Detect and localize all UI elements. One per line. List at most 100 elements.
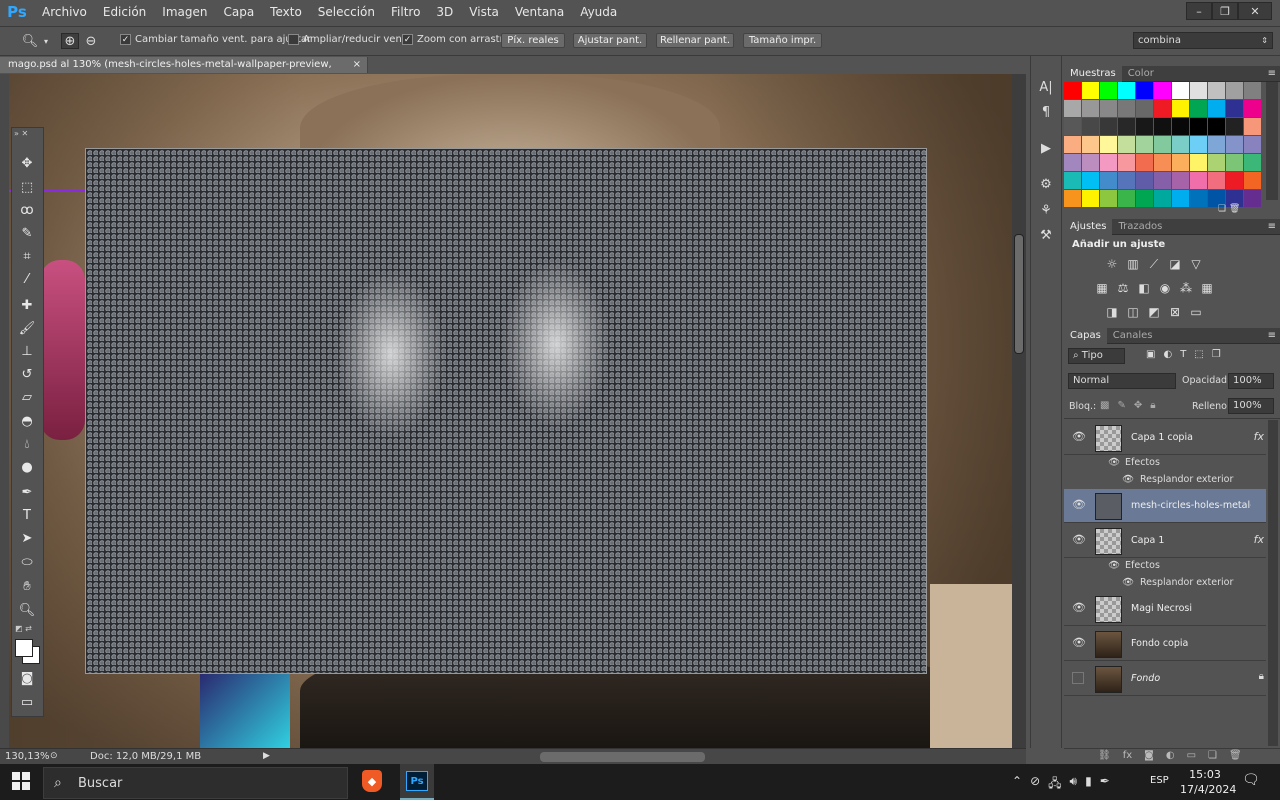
smart-object-filter-icon[interactable]: ❐ [1212,349,1221,360]
color-swatch[interactable] [1136,82,1153,99]
document-tab[interactable]: mago.psd al 130% (mesh-circles-holes-met… [0,57,368,86]
color-swatch[interactable] [1064,154,1081,171]
color-swatch[interactable] [1100,154,1117,171]
notification-icon[interactable]: 🗨︎ [1242,772,1260,788]
selective-color-icon[interactable]: ⊠ [1167,304,1183,320]
lock-position-icon[interactable]: ✥ [1134,400,1142,411]
zoom-in-icon[interactable]: ⊕ [61,33,79,49]
paint-bucket-tool-icon[interactable]: ◓ [15,411,39,431]
brush-panel-icon[interactable]: ⚘ [1036,200,1056,220]
properties-panel-icon[interactable]: ⚙ [1036,174,1056,194]
color-swatch[interactable] [1100,100,1117,117]
pen-tool-icon[interactable]: ✒ [15,482,39,502]
color-swatch[interactable] [1118,154,1135,171]
color-swatch[interactable] [1118,172,1135,189]
panel-menu-icon[interactable]: ≡ [1268,68,1280,79]
pen-icon[interactable]: ✒ [1100,774,1110,795]
shape-tool-icon[interactable]: ⬭ [15,552,39,572]
eye-icon[interactable]: 👁︎ [1122,474,1134,485]
eye-icon[interactable]: 👁︎ [1072,431,1086,443]
fx-icon[interactable]: fx [1123,750,1132,761]
color-swatch[interactable] [1244,118,1261,135]
color-swatch[interactable] [1118,136,1135,153]
brightness-icon[interactable]: ☼ [1104,256,1120,272]
color-swatch[interactable] [1172,82,1189,99]
eyedropper-tool-icon[interactable]: ⁄ [15,269,39,289]
paragraph-panel-icon[interactable]: ¶ [1036,102,1056,122]
color-swatch[interactable] [1154,118,1171,135]
tab-color[interactable]: Color [1122,66,1160,82]
menu-3d[interactable]: 3D [428,0,461,24]
color-swatch[interactable] [1226,118,1243,135]
color-swatch[interactable] [1118,100,1135,117]
character-panel-icon[interactable]: A| [1036,77,1056,97]
color-swatch[interactable] [1208,136,1225,153]
color-swatch[interactable] [1064,100,1081,117]
zoom-all-windows-checkbox[interactable]: Ampliar/reducir vent. [288,34,409,45]
color-swatch[interactable] [1226,136,1243,153]
color-swatch[interactable] [1190,100,1207,117]
effect-row[interactable]: 👁︎ Resplandor exterior [1064,472,1266,489]
color-swatch[interactable] [1154,100,1171,117]
color-swatch[interactable] [1100,118,1117,135]
taskbar-search[interactable]: ⌕ Buscar [43,767,348,799]
color-swatch[interactable] [1082,136,1099,153]
color-swatch[interactable] [1154,172,1171,189]
color-swatch[interactable] [1172,100,1189,117]
quick-mask-icon[interactable]: ◙ [15,668,39,688]
gradient-map-icon[interactable]: ▭ [1188,304,1204,320]
fit-screen-button[interactable]: Ajustar pant. [573,33,647,48]
color-swatch[interactable] [1100,136,1117,153]
brave-browser-icon[interactable]: ◆ [362,770,382,792]
clone-stamp-tool-icon[interactable]: ⊥ [15,341,39,361]
trash-icon[interactable]: 🗑︎ [1229,750,1242,761]
dodge-tool-icon[interactable]: ● [15,457,39,477]
color-swatch[interactable] [1082,100,1099,117]
layer-row[interactable]: 👁︎ Capa 1 fx [1064,524,1266,558]
tab-trazados[interactable]: Trazados [1112,219,1168,235]
menu-vista[interactable]: Vista [461,0,507,24]
color-swatch[interactable] [1244,172,1261,189]
color-swatch[interactable] [1172,136,1189,153]
hue-saturation-icon[interactable]: ▦ [1094,280,1110,296]
color-swatch[interactable] [1244,100,1261,117]
panel-menu-icon[interactable]: ≡ [1268,221,1280,232]
color-swatch[interactable] [1154,136,1171,153]
path-select-tool-icon[interactable]: ➤ [15,528,39,548]
lock-pixels-icon[interactable]: ✎ [1117,400,1125,411]
eye-icon[interactable]: 👁︎ [1108,457,1120,468]
vertical-scrollbar[interactable] [1012,74,1026,748]
color-swatch[interactable] [1118,190,1135,207]
zoom-out-icon[interactable]: ⊖ [82,33,100,49]
layer-row[interactable]: 👁︎ mesh-circles-holes-metal-w... [1064,489,1266,523]
horizontal-scroll-thumb[interactable] [540,752,705,762]
color-lookup-icon[interactable]: ▦ [1199,280,1215,296]
color-swatch[interactable] [1190,190,1207,207]
color-swatch[interactable] [1082,82,1099,99]
layer-row[interactable]: 👁︎ Fondo copia [1064,627,1266,661]
eye-icon[interactable]: 👁︎ [1072,637,1086,649]
close-icon[interactable]: ✕ [1238,2,1272,20]
fx-icon[interactable]: fx [1254,430,1264,443]
color-swatch[interactable] [1136,118,1153,135]
layer-row[interactable]: 👁︎ Magi Necrosi [1064,592,1266,626]
color-swatch[interactable] [1082,154,1099,171]
type-tool-icon[interactable]: T [15,505,39,525]
tool-presets-icon[interactable]: ⚒ [1036,225,1056,245]
mask-icon[interactable]: ◙ [1144,750,1154,761]
blend-mode-select[interactable]: Normal [1068,373,1176,389]
color-swatch[interactable] [1190,172,1207,189]
marquee-tool-icon[interactable]: ⬚ [15,177,39,197]
layer-row[interactable]: 👁︎ Capa 1 copia fx [1064,421,1266,455]
volume-icon[interactable]: 🔊︎ [1070,774,1078,795]
quick-select-tool-icon[interactable]: ✎ [15,223,39,243]
color-swatch[interactable] [1064,190,1081,207]
tab-muestras[interactable]: Muestras [1064,65,1122,82]
move-tool-icon[interactable]: ✥ [15,153,39,173]
color-swatch[interactable] [1172,118,1189,135]
lasso-tool-icon[interactable]: ꝏ [15,200,39,220]
workspace-select[interactable]: combina ⇕ [1133,32,1273,49]
black-white-icon[interactable]: ◧ [1136,280,1152,296]
color-swatch[interactable] [1154,190,1171,207]
menu-seleccion[interactable]: Selección [310,0,383,24]
